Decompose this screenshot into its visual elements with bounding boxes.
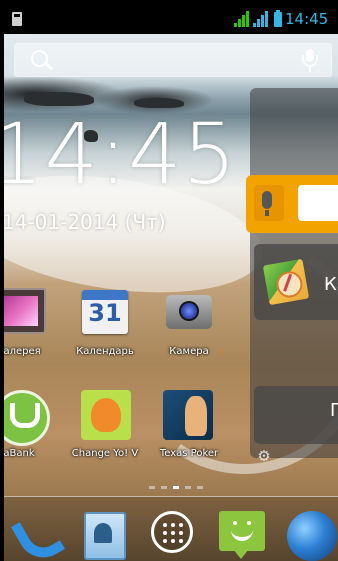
search-icon[interactable] (31, 50, 48, 67)
app-label: aBank (4, 448, 35, 459)
home-screen: 14:45 14:45 14-01-2014 (Чт) Ка П ⚙ Галер… (4, 4, 338, 561)
status-bar[interactable]: 14:45 (4, 4, 338, 34)
calendar-icon[interactable]: 31 (82, 290, 128, 334)
contacts-icon[interactable] (84, 512, 126, 560)
sd-card-icon (12, 12, 22, 26)
maps-icon (262, 258, 310, 306)
signal-2-icon (253, 11, 269, 27)
apps-icon[interactable] (151, 511, 193, 553)
change-yo-icon[interactable] (81, 390, 131, 440)
gallery-icon[interactable] (4, 288, 46, 334)
battery-icon (274, 10, 282, 27)
maps-widget-label: Ка (324, 274, 338, 295)
side-widget-label: П (330, 400, 338, 421)
voice-search-field[interactable] (298, 185, 338, 221)
mic-icon[interactable] (300, 49, 320, 73)
messaging-icon[interactable] (219, 511, 265, 559)
app-label: Change Yo! V (71, 448, 139, 459)
side-widget[interactable]: П (254, 386, 338, 444)
page-indicator (149, 486, 209, 490)
mic-icon (262, 191, 272, 216)
browser-icon[interactable] (287, 511, 337, 561)
clock-widget-date: 14-01-2014 (Чт) (4, 210, 166, 234)
app-label: Камера (169, 346, 209, 357)
camera-icon[interactable] (166, 295, 212, 329)
wallpaper-rock (24, 92, 94, 106)
voice-search-widget[interactable] (246, 175, 338, 233)
clock-widget-time[interactable]: 14:45 (4, 112, 237, 196)
calendar-day: 31 (88, 299, 122, 327)
maps-widget[interactable]: Ка (254, 244, 338, 320)
gear-icon[interactable]: ⚙ (256, 448, 272, 464)
abank-icon[interactable] (4, 390, 50, 446)
status-time: 14:45 (285, 10, 329, 28)
signal-1-icon (234, 11, 250, 27)
app-label: Галерея (4, 346, 41, 357)
app-label: Texas Poker (159, 448, 219, 459)
voice-mic-button[interactable] (254, 185, 284, 221)
phone-icon[interactable] (14, 511, 54, 553)
app-label: Календарь (76, 346, 134, 357)
texas-poker-icon[interactable] (163, 390, 213, 440)
google-search-bar[interactable] (14, 43, 332, 77)
